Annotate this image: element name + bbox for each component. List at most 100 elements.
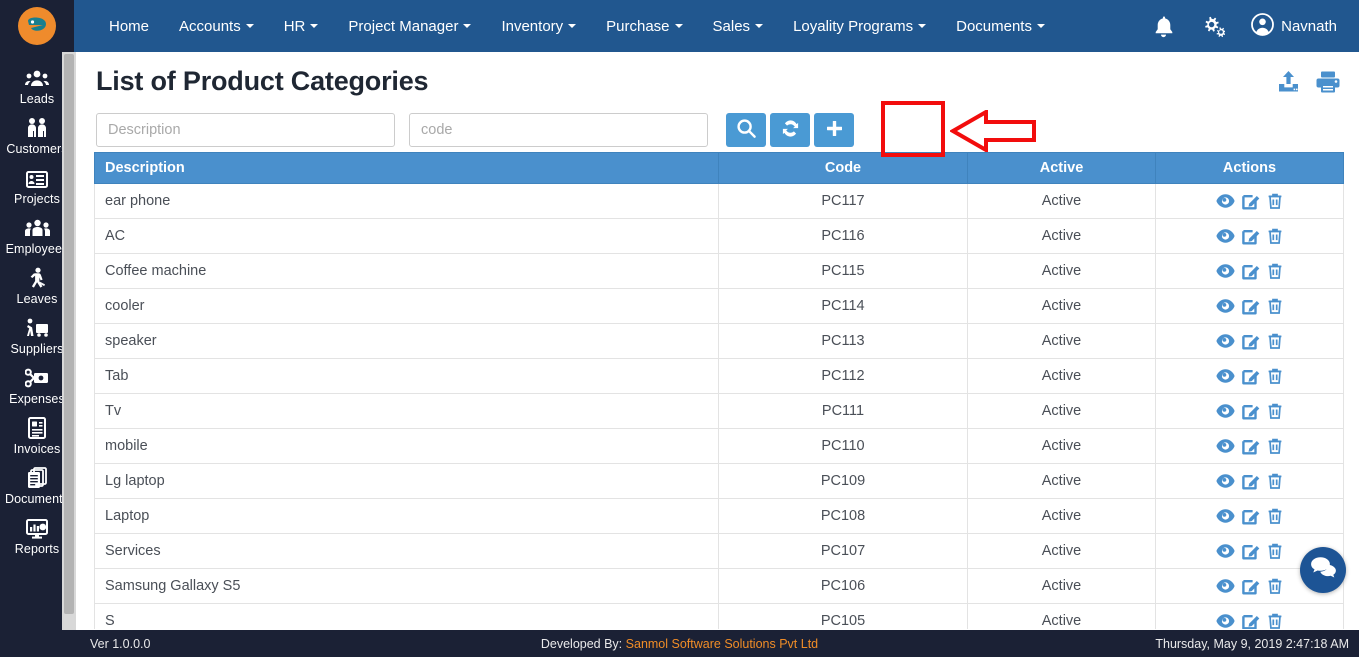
- table-row[interactable]: Coffee machine PC115 Active: [94, 253, 1344, 289]
- view-eye-icon[interactable]: [1216, 298, 1235, 314]
- content-scrollbar[interactable]: [62, 52, 76, 657]
- cell-active: Active: [967, 603, 1156, 629]
- user-menu[interactable]: Navnath: [1251, 12, 1337, 40]
- table-row[interactable]: Laptop PC108 Active: [94, 498, 1344, 534]
- nav-item-accounts[interactable]: Accounts: [164, 0, 269, 52]
- table-row[interactable]: mobile PC110 Active: [94, 428, 1344, 464]
- edit-pencil-icon[interactable]: [1242, 578, 1260, 595]
- chat-button[interactable]: [1300, 547, 1346, 593]
- sidebar-item-label: Leaves: [16, 292, 58, 306]
- edit-pencil-icon[interactable]: [1242, 333, 1260, 350]
- column-header-description[interactable]: Description: [94, 152, 719, 184]
- table-row[interactable]: AC PC116 Active: [94, 218, 1344, 254]
- nav-item-purchase[interactable]: Purchase: [591, 0, 697, 52]
- refresh-button[interactable]: [770, 113, 810, 147]
- app-logo[interactable]: [0, 0, 74, 52]
- cell-code: PC107: [718, 533, 968, 569]
- documents-icon: [22, 465, 52, 491]
- search-button[interactable]: [726, 113, 766, 147]
- delete-trash-icon[interactable]: [1267, 578, 1283, 595]
- table-body: ear phone PC117 Active AC PC116 Active Coffee …: [94, 183, 1344, 630]
- edit-pencil-icon[interactable]: [1242, 228, 1260, 245]
- edit-pencil-icon[interactable]: [1242, 438, 1260, 455]
- column-header-active[interactable]: Active: [967, 152, 1156, 184]
- delete-trash-icon[interactable]: [1267, 508, 1283, 525]
- view-eye-icon[interactable]: [1216, 473, 1235, 489]
- cell-active: Active: [967, 498, 1156, 534]
- edit-pencil-icon[interactable]: [1242, 543, 1260, 560]
- view-eye-icon[interactable]: [1216, 613, 1235, 629]
- gears-icon[interactable]: [1200, 15, 1226, 38]
- column-header-code[interactable]: Code: [718, 152, 968, 184]
- chat-bubble-icon: [1310, 556, 1337, 584]
- scrollbar-thumb[interactable]: [64, 54, 74, 614]
- upload-icon[interactable]: [1276, 70, 1301, 94]
- view-eye-icon[interactable]: [1216, 403, 1235, 419]
- table-row[interactable]: Samsung Gallaxy S5 PC106 Active: [94, 568, 1344, 604]
- view-eye-icon[interactable]: [1216, 333, 1235, 349]
- projects-icon: [22, 165, 52, 191]
- bell-icon[interactable]: [1153, 15, 1174, 38]
- cell-actions: [1155, 603, 1344, 630]
- page-header-actions: [1276, 70, 1341, 94]
- table-row[interactable]: Lg laptop PC109 Active: [94, 463, 1344, 499]
- nav-item-inventory[interactable]: Inventory: [486, 0, 591, 52]
- edit-pencil-icon[interactable]: [1242, 613, 1260, 629]
- edit-pencil-icon[interactable]: [1242, 508, 1260, 525]
- footer-company-link[interactable]: Sanmol Software Solutions Pvt Ltd: [626, 637, 818, 651]
- view-eye-icon[interactable]: [1216, 578, 1235, 594]
- view-eye-icon[interactable]: [1216, 508, 1235, 524]
- nav-actions: Navnath: [1153, 0, 1359, 52]
- nav-item-sales[interactable]: Sales: [698, 0, 779, 52]
- delete-trash-icon[interactable]: [1267, 403, 1283, 420]
- nav-item-home[interactable]: Home: [94, 0, 164, 52]
- view-eye-icon[interactable]: [1216, 193, 1235, 209]
- code-filter-input[interactable]: [409, 113, 708, 147]
- delete-trash-icon[interactable]: [1267, 613, 1283, 630]
- table-row[interactable]: S PC105 Active: [94, 603, 1344, 630]
- cell-actions: [1155, 498, 1344, 534]
- cell-description: Laptop: [94, 498, 719, 534]
- delete-trash-icon[interactable]: [1267, 368, 1283, 385]
- delete-trash-icon[interactable]: [1267, 263, 1283, 280]
- delete-trash-icon[interactable]: [1267, 438, 1283, 455]
- delete-trash-icon[interactable]: [1267, 333, 1283, 350]
- view-eye-icon[interactable]: [1216, 368, 1235, 384]
- table-row[interactable]: speaker PC113 Active: [94, 323, 1344, 359]
- delete-trash-icon[interactable]: [1267, 228, 1283, 245]
- view-eye-icon[interactable]: [1216, 228, 1235, 244]
- annotation-arrow-left-icon: [948, 108, 1036, 157]
- edit-pencil-icon[interactable]: [1242, 473, 1260, 490]
- table-header-row: Description Code Active Actions: [94, 152, 1344, 184]
- delete-trash-icon[interactable]: [1267, 473, 1283, 490]
- table-row[interactable]: Services PC107 Active: [94, 533, 1344, 569]
- nav-item-project-manager[interactable]: Project Manager: [333, 0, 486, 52]
- table-row[interactable]: Tab PC112 Active: [94, 358, 1344, 394]
- sidebar-item-label: Documents: [4, 492, 70, 506]
- printer-icon[interactable]: [1315, 70, 1341, 94]
- nav-item-hr[interactable]: HR: [269, 0, 334, 52]
- add-button[interactable]: [814, 113, 854, 147]
- delete-trash-icon[interactable]: [1267, 543, 1283, 560]
- table-row[interactable]: Tv PC111 Active: [94, 393, 1344, 429]
- nav-item-documents[interactable]: Documents: [941, 0, 1060, 52]
- delete-trash-icon[interactable]: [1267, 193, 1283, 210]
- view-eye-icon[interactable]: [1216, 543, 1235, 559]
- table-row[interactable]: cooler PC114 Active: [94, 288, 1344, 324]
- edit-pencil-icon[interactable]: [1242, 263, 1260, 280]
- edit-pencil-icon[interactable]: [1242, 193, 1260, 210]
- view-eye-icon[interactable]: [1216, 263, 1235, 279]
- view-eye-icon[interactable]: [1216, 438, 1235, 454]
- row-action-group: [1166, 298, 1333, 315]
- description-filter-input[interactable]: [96, 113, 395, 147]
- edit-pencil-icon[interactable]: [1242, 368, 1260, 385]
- cell-code: PC106: [718, 568, 968, 604]
- delete-trash-icon[interactable]: [1267, 298, 1283, 315]
- user-circle-icon: [1251, 12, 1275, 40]
- table-row[interactable]: ear phone PC117 Active: [94, 183, 1344, 219]
- leads-icon: [22, 65, 52, 91]
- nav-item-loyality-programs[interactable]: Loyality Programs: [778, 0, 941, 52]
- cell-description: Services: [94, 533, 719, 569]
- edit-pencil-icon[interactable]: [1242, 298, 1260, 315]
- edit-pencil-icon[interactable]: [1242, 403, 1260, 420]
